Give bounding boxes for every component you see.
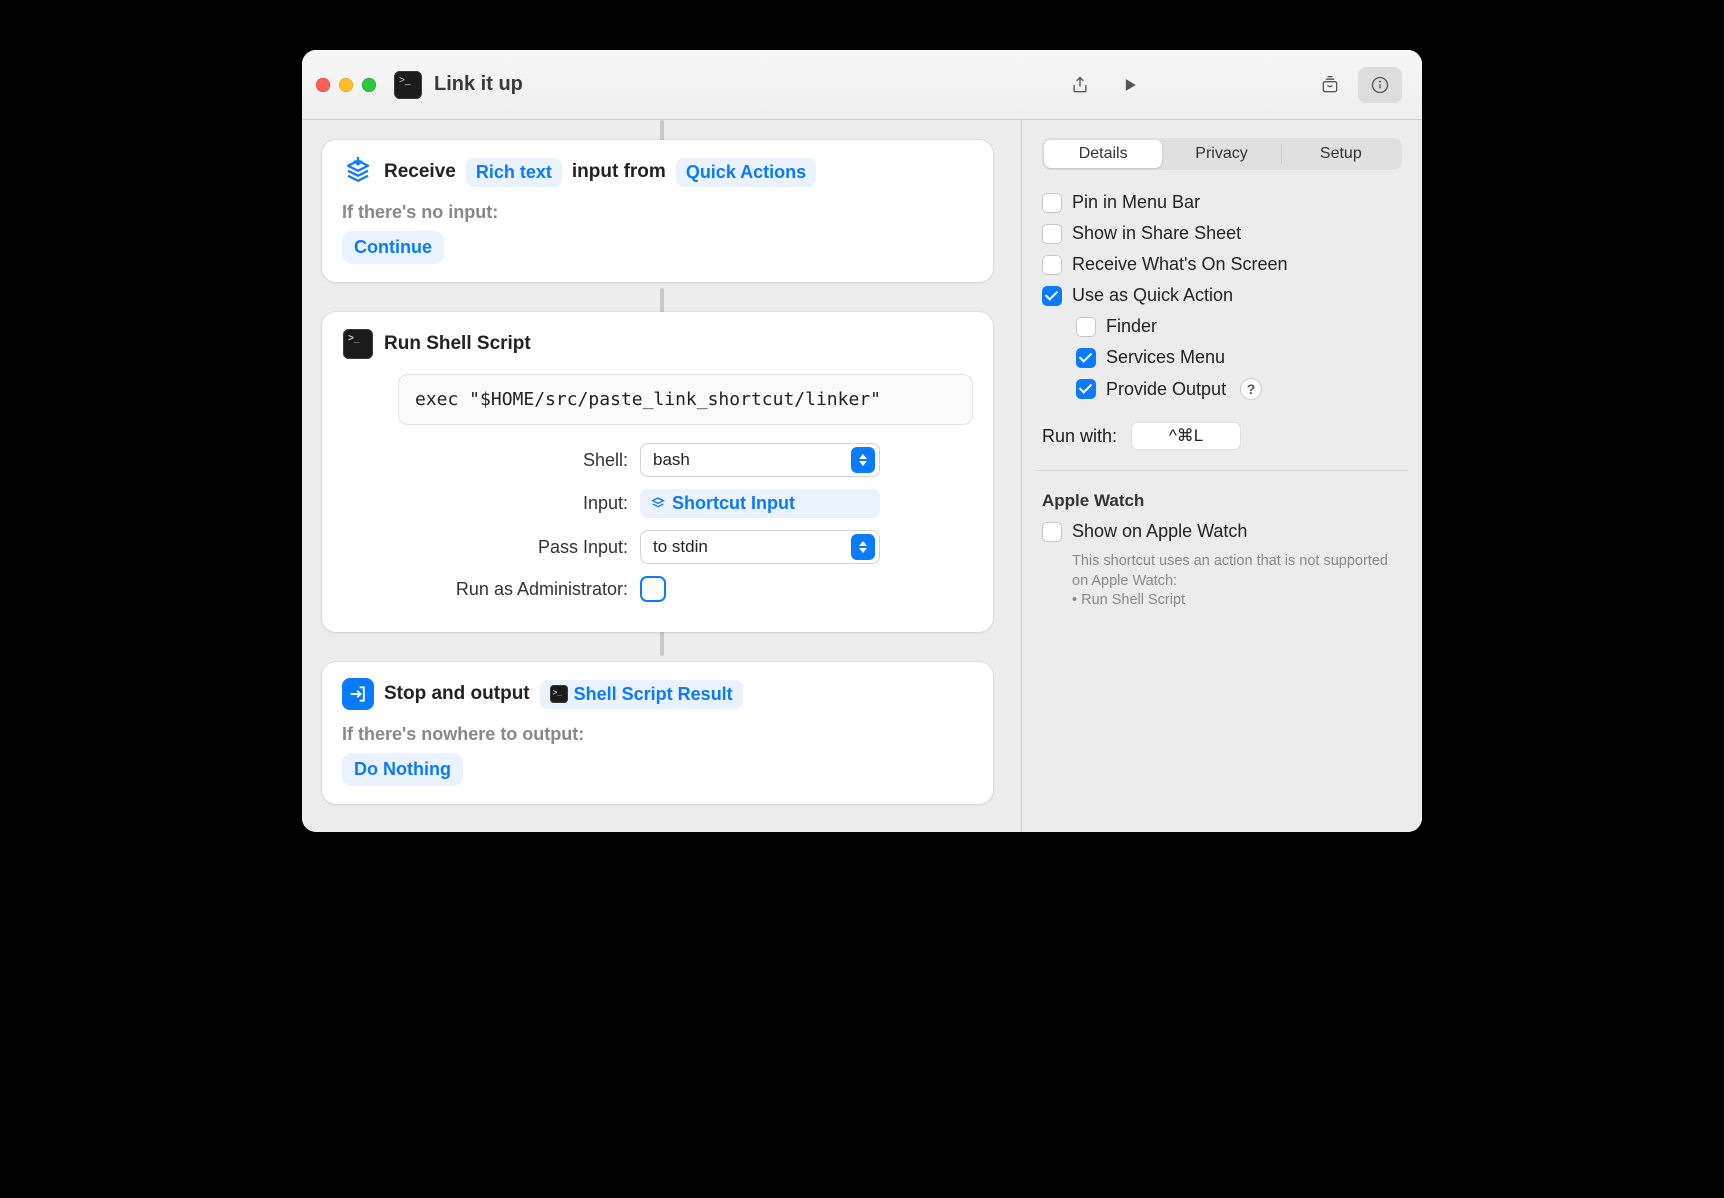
receive-screen-label: Receive What's On Screen (1072, 254, 1288, 275)
input-type-token[interactable]: Rich text (466, 158, 562, 187)
shortcut-input-icon (650, 496, 666, 512)
input-source-token[interactable]: Quick Actions (676, 158, 816, 187)
output-result-token[interactable]: >_ Shell Script Result (540, 680, 743, 709)
provide-output-label: Provide Output (1106, 379, 1226, 400)
share-sheet-label: Show in Share Sheet (1072, 223, 1241, 244)
minimize-window-button[interactable] (339, 78, 353, 92)
stop-output-word: Stop and output (384, 683, 530, 705)
play-icon (1120, 75, 1140, 95)
output-icon (342, 678, 374, 710)
pass-input-value: to stdin (653, 537, 708, 557)
traffic-lights (316, 78, 376, 92)
pin-menubar-label: Pin in Menu Bar (1072, 192, 1200, 213)
zoom-window-button[interactable] (362, 78, 376, 92)
admin-checkbox[interactable] (640, 576, 666, 602)
receive-icon (342, 156, 374, 188)
receive-screen-checkbox[interactable] (1042, 255, 1062, 275)
inspector-sidebar: Details Privacy Setup Pin in Menu Bar Sh… (1022, 120, 1422, 832)
close-window-button[interactable] (316, 78, 330, 92)
nowhere-action[interactable]: Do Nothing (342, 753, 463, 786)
no-input-label: If there's no input: (342, 202, 973, 223)
receive-input-card[interactable]: Receive Rich text input from Quick Actio… (322, 140, 993, 282)
titlebar: >_ Link it up (302, 50, 1422, 120)
inspector-tabs: Details Privacy Setup (1042, 138, 1402, 170)
stepper-icon (851, 534, 875, 560)
pin-menubar-checkbox[interactable] (1042, 193, 1062, 213)
provide-output-checkbox[interactable] (1076, 379, 1096, 399)
inspector-button[interactable] (1358, 67, 1402, 103)
runwith-label: Run with: (1042, 426, 1117, 447)
run-shell-script-card[interactable]: >_ Run Shell Script exec "$HOME/src/past… (322, 312, 993, 632)
share-icon (1070, 75, 1090, 95)
run-button[interactable] (1108, 67, 1152, 103)
finder-checkbox[interactable] (1076, 317, 1096, 337)
quick-action-label: Use as Quick Action (1072, 285, 1233, 306)
shell-label: Shell: (398, 450, 628, 471)
pass-input-label: Pass Input: (398, 537, 628, 558)
nowhere-label: If there's nowhere to output: (342, 724, 973, 745)
admin-label: Run as Administrator: (398, 579, 628, 600)
services-label: Services Menu (1106, 347, 1225, 368)
tab-setup[interactable]: Setup (1282, 140, 1400, 168)
apple-watch-note: This shortcut uses an action that is not… (1072, 552, 1402, 611)
shortcuts-editor-window: >_ Link it up (302, 50, 1422, 832)
library-icon (1320, 75, 1340, 95)
terminal-icon: >_ (342, 328, 374, 360)
script-textarea[interactable]: exec "$HOME/src/paste_link_shortcut/link… (398, 374, 973, 425)
stop-output-card[interactable]: Stop and output >_ Shell Script Result I… (322, 662, 993, 804)
input-label: Input: (398, 493, 628, 514)
apple-watch-heading: Apple Watch (1042, 491, 1402, 511)
shortcut-app-icon: >_ (394, 71, 422, 99)
quick-action-checkbox[interactable] (1042, 286, 1062, 306)
stepper-icon (851, 447, 875, 473)
finder-label: Finder (1106, 316, 1157, 337)
runwith-field[interactable]: ^⌘L (1131, 422, 1241, 450)
workflow-canvas[interactable]: Receive Rich text input from Quick Actio… (302, 120, 1022, 832)
run-shell-title: Run Shell Script (384, 333, 531, 355)
receive-word: Receive (384, 161, 456, 183)
share-sheet-checkbox[interactable] (1042, 224, 1062, 244)
share-button[interactable] (1058, 67, 1102, 103)
sidebar-divider (1036, 470, 1408, 471)
library-button[interactable] (1308, 67, 1352, 103)
info-icon (1370, 75, 1390, 95)
apple-watch-label: Show on Apple Watch (1072, 521, 1247, 542)
script-input-token[interactable]: Shortcut Input (640, 489, 880, 518)
no-input-action[interactable]: Continue (342, 231, 444, 264)
shell-value: bash (653, 450, 690, 470)
window-title: Link it up (434, 73, 523, 96)
input-from-word: input from (572, 161, 666, 183)
terminal-mini-icon: >_ (550, 685, 568, 703)
shell-select[interactable]: bash (640, 443, 880, 477)
tab-privacy[interactable]: Privacy (1162, 140, 1280, 168)
apple-watch-checkbox[interactable] (1042, 522, 1062, 542)
services-checkbox[interactable] (1076, 348, 1096, 368)
tab-details[interactable]: Details (1044, 140, 1162, 168)
flow-connector (660, 120, 664, 142)
pass-input-select[interactable]: to stdin (640, 530, 880, 564)
provide-output-help[interactable]: ? (1240, 378, 1262, 400)
